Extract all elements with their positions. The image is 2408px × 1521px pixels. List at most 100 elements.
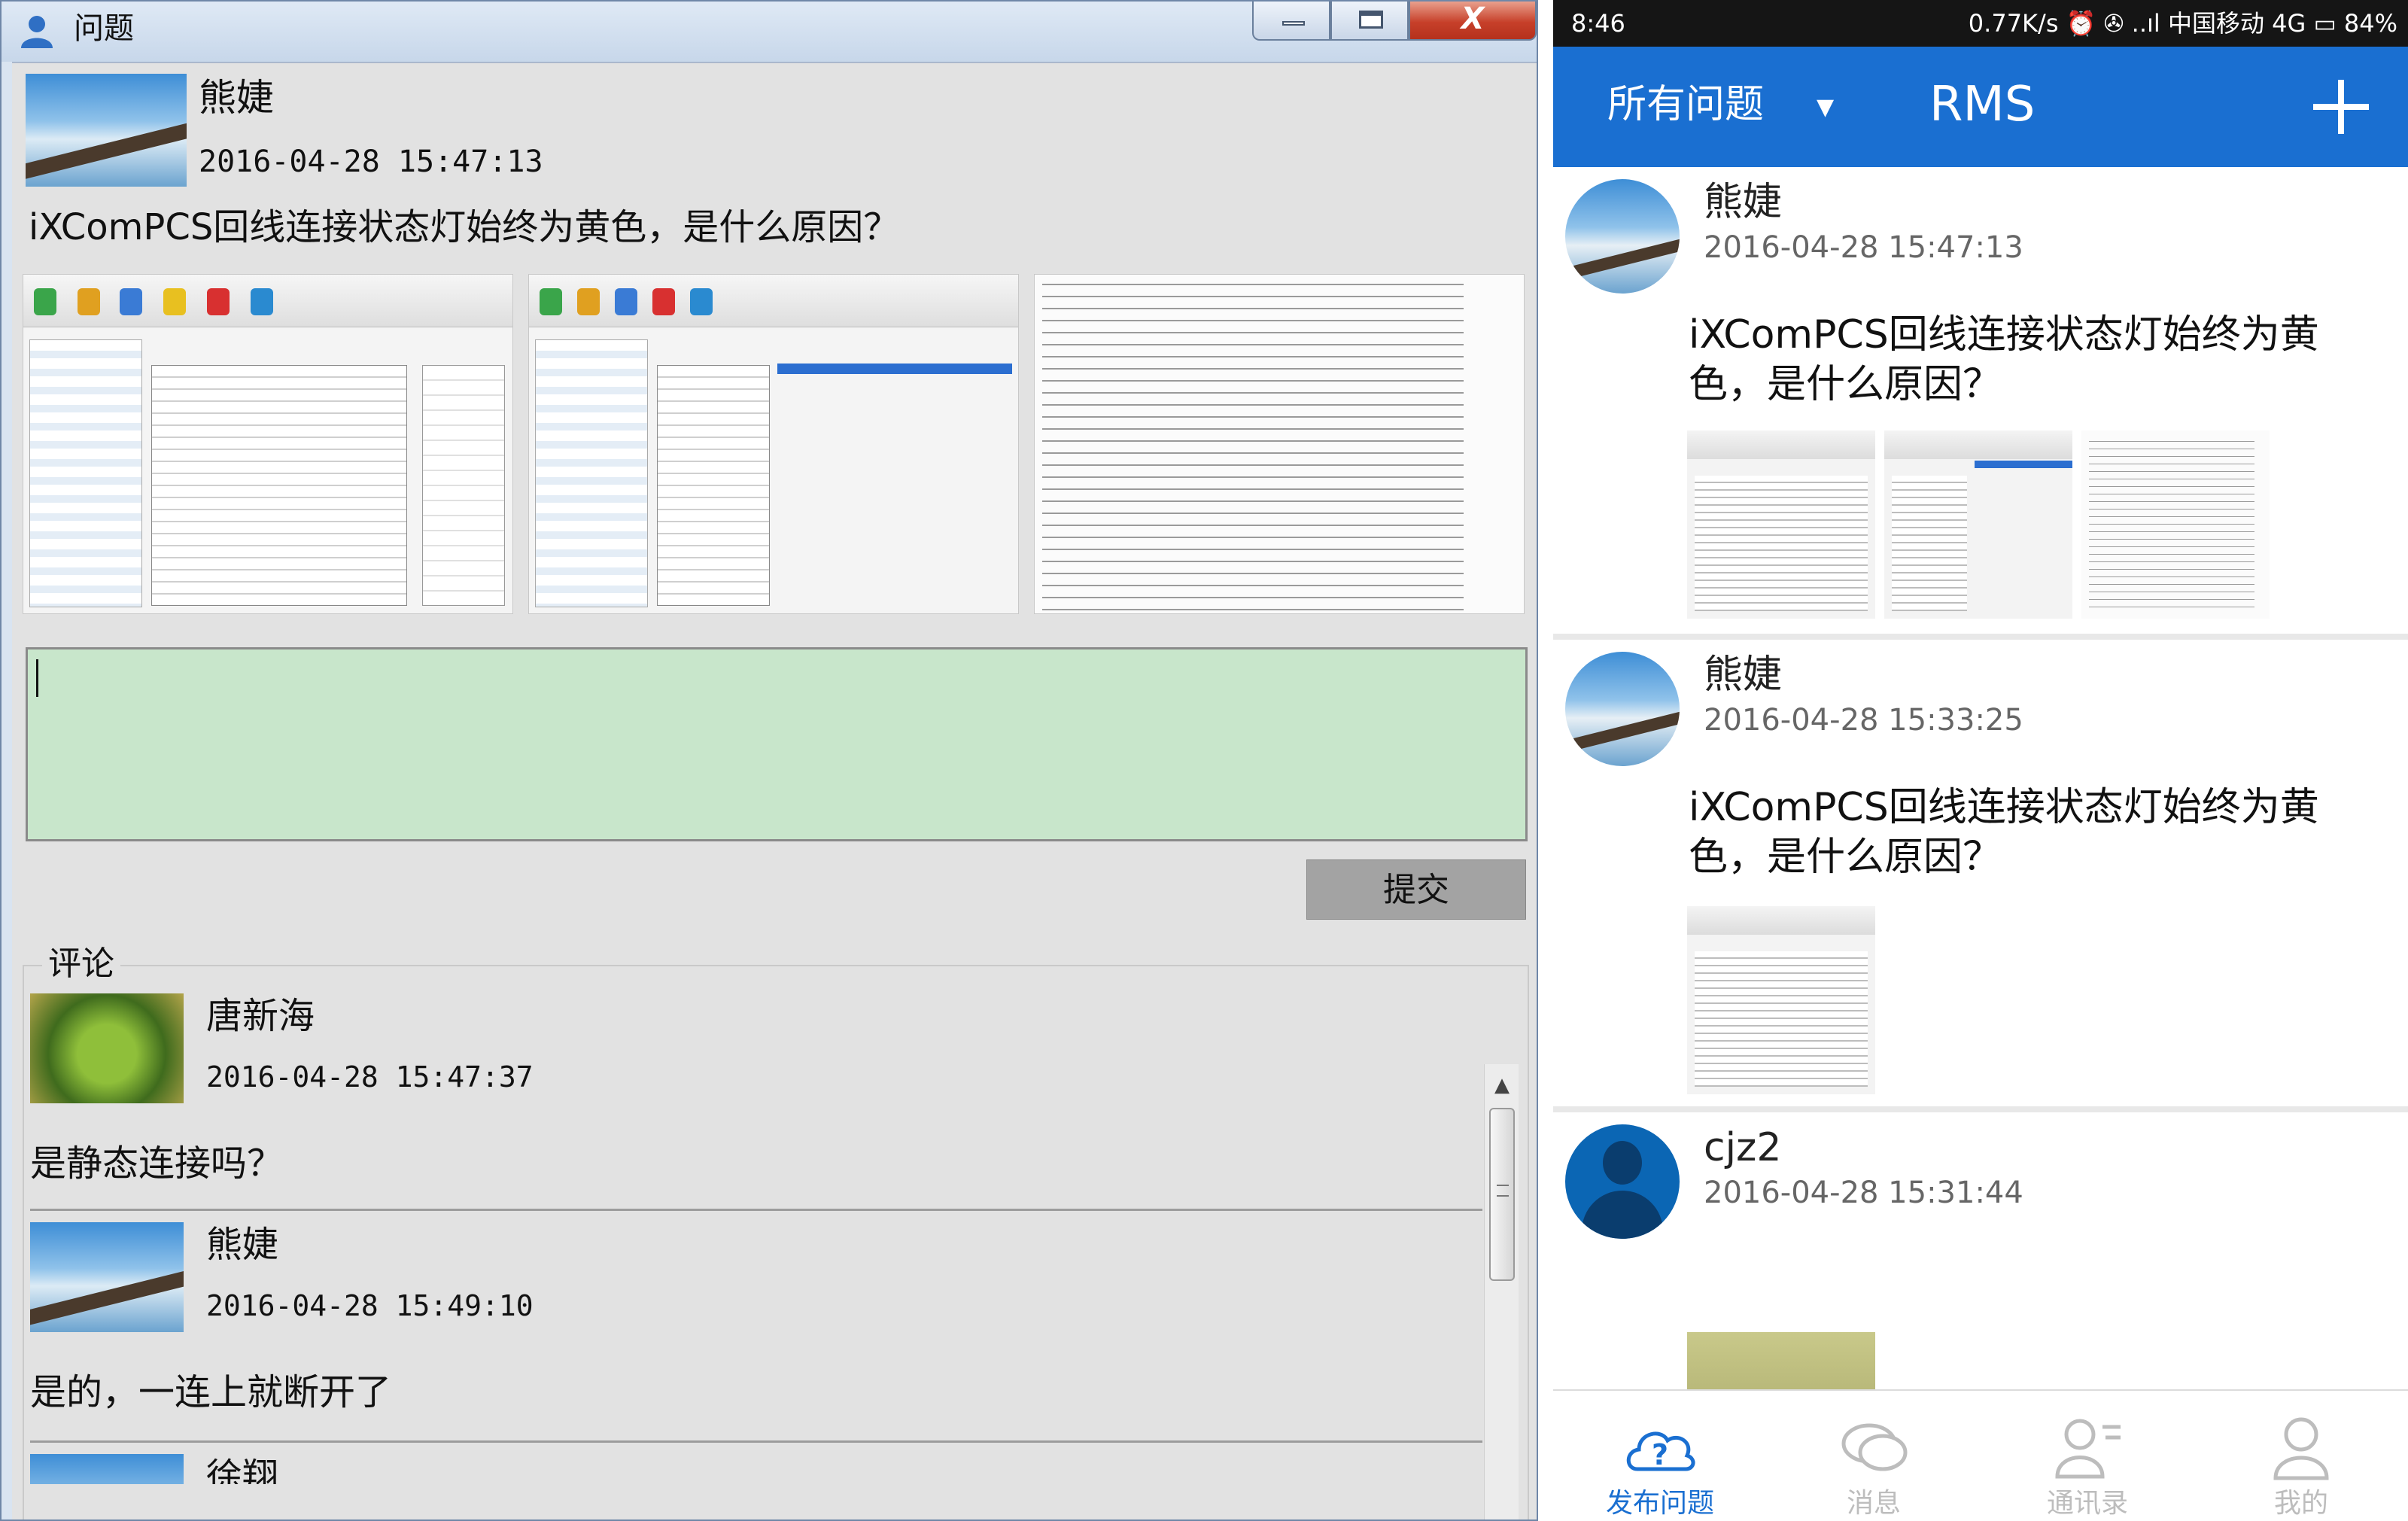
text-caret (36, 659, 38, 697)
question-image-thumb[interactable] (1687, 906, 1875, 1094)
scroll-up-arrow-icon[interactable]: ▲ (1485, 1070, 1519, 1100)
nav-me[interactable]: 我的 (2194, 1391, 2408, 1521)
question-time: 2016-04-28 15:47:13 (1704, 230, 2023, 265)
person-icon (1565, 1124, 1680, 1239)
user-icon (2273, 1417, 2329, 1480)
comments-scrollbar[interactable]: ▲ ▼ (1484, 1064, 1519, 1519)
author-name: 熊婕 (1704, 653, 1783, 698)
question-author-avatar (26, 74, 187, 187)
grip-icon (1497, 1185, 1509, 1197)
question-time: 2016-04-28 15:31:44 (1704, 1176, 2023, 1210)
author-name: cjz2 (1704, 1125, 1782, 1170)
comment-time: 2016-04-28 15:47:37 (206, 1060, 534, 1094)
question-window: 问题 X 熊婕 2016-04-28 15:47:13 iXComPCS回线连接… (0, 0, 1538, 1521)
nav-post-question[interactable]: ? 发布问题 (1553, 1391, 1767, 1521)
question-image-3[interactable] (1034, 274, 1525, 614)
comment-divider (30, 1440, 1482, 1443)
comment-divider (30, 1209, 1482, 1211)
author-name: 熊婕 (1704, 180, 1783, 225)
screenshot-tree (535, 339, 648, 607)
nav-label: 发布问题 (1605, 1488, 1714, 1519)
question-author-name: 熊婕 (199, 76, 274, 120)
app-bar: 所有问题 ▼ RMS (1553, 47, 2408, 167)
screenshot-tree (29, 339, 142, 607)
comment-text: 是静态连接吗？ (30, 1142, 284, 1185)
question-time: 2016-04-28 15:47:13 (199, 144, 543, 179)
screenshot-log-text (1042, 279, 1464, 610)
screenshot-side-list (422, 365, 505, 606)
question-list-item[interactable]: cjz2 2016-04-28 15:31:44 (1553, 1112, 2408, 1389)
nav-label: 通讯录 (2046, 1488, 2128, 1519)
question-filter-dropdown[interactable]: 所有问题 (1607, 78, 1764, 131)
app-title: RMS (1929, 77, 2036, 132)
screenshot-property-grid (657, 365, 770, 606)
dropdown-arrow-icon[interactable]: ▼ (1817, 81, 1834, 134)
comment-item: 徐翔 (30, 1454, 1472, 1484)
add-question-button[interactable] (2291, 62, 2381, 152)
comments-label: 评论 (42, 942, 120, 986)
question-image-thumb[interactable] (1687, 430, 1875, 619)
screenshot-property-grid (151, 365, 407, 606)
title-bar[interactable]: 问题 X (2, 2, 1537, 62)
nav-label: 我的 (2273, 1488, 2328, 1519)
thumb-grid (1892, 476, 1967, 611)
comment-text: 是的，一连上就断开了 (30, 1371, 392, 1413)
comment-author-avatar (30, 1454, 184, 1484)
thumb-selected-row (1975, 461, 2072, 468)
screenshot-selected-row (777, 364, 1012, 374)
chat-bubbles-icon (1841, 1423, 1908, 1471)
thumb-toolbar (1687, 906, 1875, 935)
thumb-toolbar (1884, 430, 2072, 459)
bottom-navigation: ? 发布问题 消息 通讯录 我的 (1553, 1389, 2408, 1521)
svg-text:?: ? (1652, 1438, 1668, 1471)
question-text: iXComPCS回线连接状态灯始终为黄色，是什么原因？ (1689, 785, 2319, 880)
list-divider (1553, 1106, 2408, 1112)
minimize-button[interactable] (1252, 2, 1330, 41)
question-text: iXComPCS回线连接状态灯始终为黄色，是什么原因？ (1689, 312, 2319, 407)
window-title: 问题 (74, 11, 134, 46)
comment-time: 2016-04-28 15:49:10 (206, 1289, 534, 1322)
nav-messages[interactable]: 消息 (1767, 1391, 1981, 1521)
question-image-2[interactable] (528, 274, 1019, 614)
question-text: iXComPCS回线连接状态灯始终为黄色，是什么原因？ (29, 206, 900, 248)
question-list-item[interactable]: 熊婕 2016-04-28 15:33:25 iXComPCS回线连接状态灯始终… (1553, 640, 2408, 1106)
comment-author-name: 熊婕 (206, 1224, 279, 1266)
close-icon: X (1461, 2, 1485, 36)
question-image-thumb[interactable] (2081, 430, 2270, 619)
author-avatar (1565, 179, 1680, 294)
question-image-thumb[interactable] (1884, 430, 2072, 619)
status-time: 8:46 (1571, 9, 1625, 38)
submit-button[interactable]: 提交 (1306, 859, 1526, 920)
screenshot-toolbar (529, 275, 1018, 327)
status-bar: 8:46 0.77K/s ⏰ ✇ ..ıl 中国移动 4G ▭ 84% (1553, 0, 2408, 47)
minimize-icon (1282, 21, 1305, 26)
close-button[interactable]: X (1409, 2, 1537, 41)
comment-author-avatar (30, 1222, 184, 1332)
thumb-log-text (2089, 438, 2254, 611)
mobile-screen: 8:46 0.77K/s ⏰ ✇ ..ıl 中国移动 4G ▭ 84% 所有问题… (1553, 0, 2408, 1521)
question-time: 2016-04-28 15:33:25 (1704, 703, 2023, 738)
comment-author-name: 唐新海 (206, 995, 315, 1037)
screenshot-toolbar (23, 275, 512, 327)
user-icon (21, 16, 53, 48)
thumb-grid (1695, 476, 1868, 611)
list-divider (1553, 634, 2408, 640)
status-indicators: 0.77K/s ⏰ ✇ ..ıl 中国移动 4G ▭ 84% (1968, 9, 2397, 38)
question-image-1[interactable] (23, 274, 513, 614)
nav-contacts[interactable]: 通讯录 (1981, 1391, 2194, 1521)
comment-author-avatar (30, 993, 184, 1103)
question-image-thumb[interactable] (1687, 1332, 1875, 1389)
scroll-down-arrow-icon[interactable]: ▼ (1485, 1516, 1519, 1519)
cloud-question-icon: ? (1626, 1431, 1695, 1471)
thumb-toolbar (1687, 430, 1875, 459)
thumb-grid (1695, 951, 1868, 1087)
scroll-thumb[interactable] (1489, 1108, 1515, 1281)
question-list-item[interactable]: 熊婕 2016-04-28 15:47:13 iXComPCS回线连接状态灯始终… (1553, 167, 2408, 634)
reply-input[interactable] (26, 647, 1528, 841)
window-content: 熊婕 2016-04-28 15:47:13 iXComPCS回线连接状态灯始终… (12, 62, 1537, 1519)
author-avatar (1565, 652, 1680, 766)
maximize-icon (1359, 11, 1383, 29)
maximize-button[interactable] (1330, 2, 1409, 41)
contacts-icon (2055, 1419, 2121, 1479)
nav-label: 消息 (1846, 1488, 1901, 1519)
